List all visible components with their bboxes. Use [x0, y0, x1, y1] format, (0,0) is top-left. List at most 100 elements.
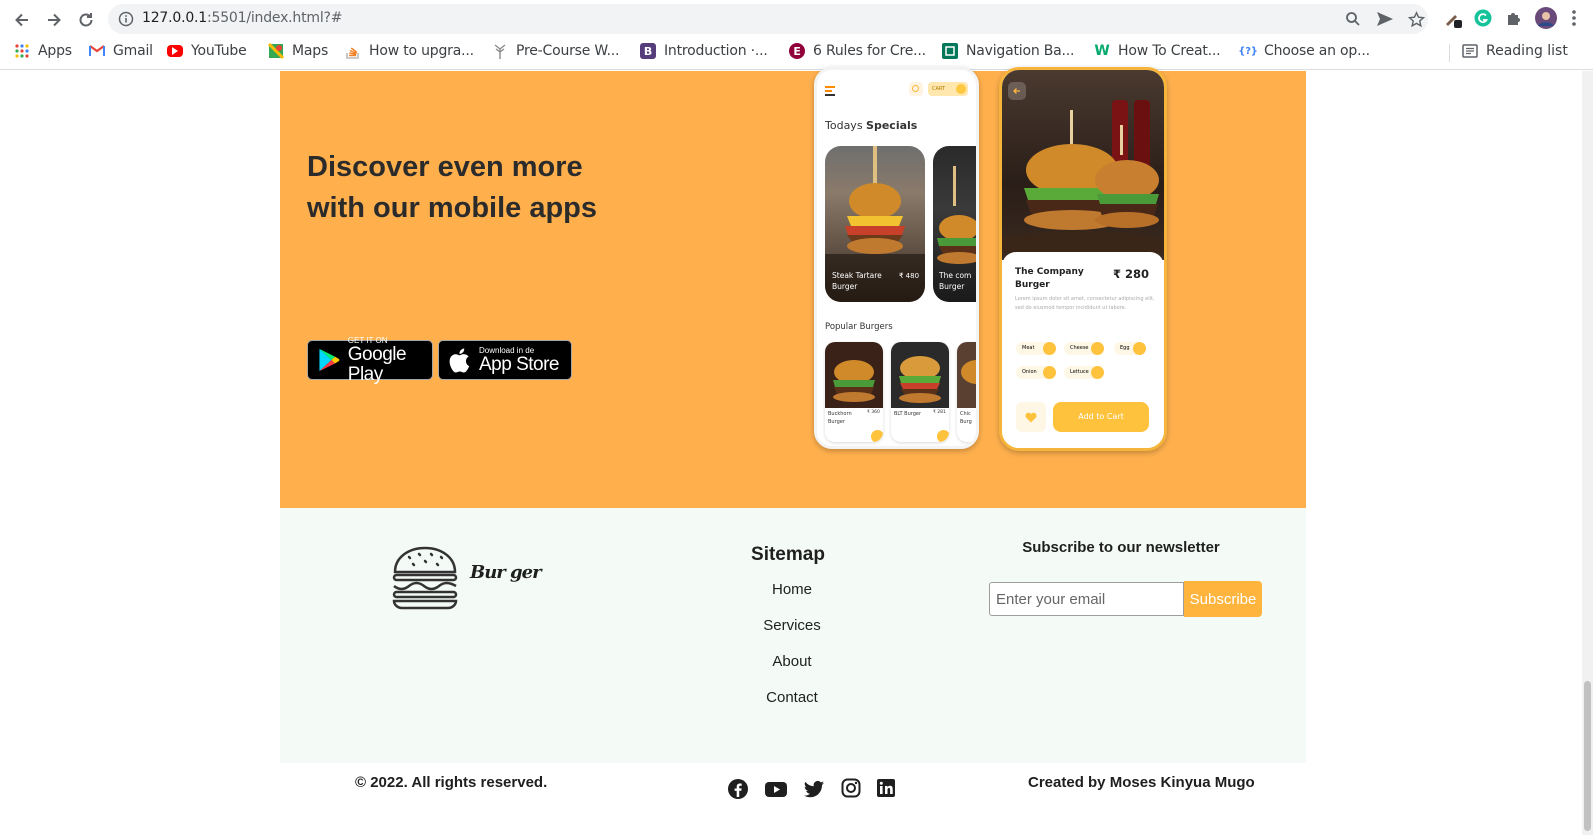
newsletter-email-input[interactable] — [989, 582, 1184, 616]
burger-logo-icon — [392, 546, 458, 610]
google-play-button[interactable]: GET IT ON Google Play — [307, 336, 433, 384]
topping-label: Lettuce — [1070, 369, 1089, 375]
bookmark-youtube[interactable]: YouTube — [167, 43, 247, 59]
bookmark-pre-course[interactable]: Pre-Course W... — [492, 43, 619, 59]
bookmark-maps[interactable]: Maps — [268, 43, 328, 59]
forward-button[interactable] — [40, 6, 68, 34]
burger-logo[interactable] — [391, 545, 459, 616]
question-icon: {?} — [1238, 45, 1258, 57]
special1-name: Steak Tartare Burger — [832, 271, 882, 291]
grammarly-icon[interactable] — [1474, 9, 1492, 32]
sitemap-link-services[interactable]: Services — [730, 617, 854, 634]
bookmark-label: 6 Rules for Cre... — [813, 43, 926, 59]
bookmark-6-rules[interactable]: E 6 Rules for Cre... — [789, 43, 926, 59]
bookmark-page-icon — [942, 43, 958, 59]
add-to-cart-mock-button: Add to Cart — [1053, 402, 1149, 432]
subscribe-button[interactable]: Subscribe — [1184, 581, 1262, 617]
instagram-icon[interactable] — [841, 778, 865, 802]
address-bar[interactable]: 127.0.0.1:5501/index.html?# — [108, 4, 1428, 34]
cart-label: CART — [932, 86, 946, 92]
phone-mockup-specials: CART Todays Specials Steak Tartare Burge… — [814, 67, 979, 449]
sitemap-link-contact[interactable]: Contact — [730, 689, 854, 706]
bookmark-label: Pre-Course W... — [516, 43, 620, 59]
topping-add-icon — [1043, 366, 1056, 379]
back-button[interactable] — [8, 6, 36, 34]
send-to-device-icon[interactable] — [1376, 11, 1394, 32]
newsletter-heading: Subscribe to our newsletter — [1022, 539, 1220, 556]
buckhorn-burger-image — [825, 342, 883, 408]
popular-card-2: BLT Burger ₹ 281 — [891, 342, 949, 442]
twitter-icon[interactable] — [803, 778, 827, 802]
sitemap-link-about[interactable]: About — [730, 653, 854, 670]
url-path: :5501/index.html?# — [207, 10, 343, 26]
extension-tools-icon[interactable] — [1443, 9, 1463, 34]
topping-add-icon — [1091, 366, 1104, 379]
topping-cheese: Cheese — [1064, 342, 1104, 355]
browser-menu-icon[interactable] — [1571, 9, 1577, 32]
bookmark-label: YouTube — [191, 43, 247, 59]
app-section-heading: Discover even more with our mobile apps — [307, 151, 598, 224]
popular1-add-icon — [871, 430, 883, 442]
copyright-bar: © 2022. All rights reserved. Created by … — [280, 763, 1306, 835]
youtube-icon — [167, 45, 183, 57]
bookmark-choose-an-option[interactable]: {?} Choose an op... — [1238, 43, 1370, 59]
special-card-1: Steak Tartare Burger ₹ 480 — [825, 146, 925, 302]
popular1-price: ₹ 360 — [867, 410, 880, 415]
sitemap-heading: Sitemap — [751, 544, 825, 565]
bootstrap-icon: B — [640, 43, 656, 59]
popular-burgers-title: Popular Burgers — [825, 322, 893, 332]
url-text[interactable]: 127.0.0.1:5501/index.html?# — [142, 10, 342, 26]
topping-label: Egg — [1120, 345, 1130, 351]
bookmark-label: Maps — [292, 43, 329, 59]
stack-overflow-icon — [345, 43, 361, 59]
app-store-button[interactable]: Download in de App Store — [438, 340, 572, 380]
linkedin-icon[interactable] — [876, 778, 900, 802]
reload-button[interactable] — [72, 6, 100, 34]
bookmark-how-to-upgrade[interactable]: How to upgra... — [345, 43, 474, 59]
product-hero — [1002, 70, 1164, 260]
app-store-big-text: App Store — [479, 353, 560, 375]
bookmark-introduction[interactable]: B Introduction ·... — [640, 43, 768, 59]
bookmark-star-icon[interactable] — [1407, 11, 1426, 33]
sitemap-link-home[interactable]: Home — [730, 581, 854, 598]
special2-name: The com Burger — [939, 271, 972, 291]
todays-specials-title: Todays Specials — [825, 119, 917, 132]
google-play-big-text: Google Play — [347, 343, 407, 385]
youtube-icon[interactable] — [764, 778, 788, 802]
bookmark-label: Apps — [38, 43, 72, 59]
bookmark-navigation-bar[interactable]: Navigation Ba... — [942, 43, 1074, 59]
topping-label: Meat — [1022, 345, 1035, 351]
back-arrow-icon — [15, 13, 28, 27]
mobile-app-section: Discover even more with our mobile apps … — [280, 67, 1306, 508]
popular2-name: BLT Burger — [894, 411, 922, 417]
elementor-icon: E — [789, 43, 805, 59]
product-price: ₹ 280 — [1113, 267, 1150, 281]
bookmark-how-to-create[interactable]: W How To Creat... — [1094, 43, 1220, 59]
bookmark-gmail[interactable]: Gmail — [89, 43, 153, 59]
bookmark-label: Navigation Ba... — [966, 43, 1075, 59]
reading-list-button[interactable]: Reading list — [1462, 43, 1568, 59]
bookmark-label: Choose an op... — [1264, 43, 1370, 59]
profile-avatar[interactable] — [1535, 7, 1557, 34]
topping-add-icon — [1133, 342, 1146, 355]
extensions-puzzle-icon[interactable] — [1505, 9, 1523, 32]
scrollbar-thumb[interactable] — [1584, 681, 1591, 831]
site-footer: Bur ger Sitemap Home Services About Cont… — [280, 508, 1306, 763]
page-viewport: Discover even more with our mobile apps … — [0, 67, 1593, 835]
cart-pill: CART — [928, 82, 968, 96]
zoom-icon[interactable] — [1345, 11, 1361, 32]
topping-label: Onion — [1022, 369, 1037, 375]
product-description: Lorem ipsum dolor sit amet, consectetur … — [1015, 296, 1155, 311]
topping-egg: Egg — [1114, 342, 1146, 355]
blt-burger-image — [891, 342, 949, 408]
popular-card-1: Buckhorn Burger ₹ 360 — [825, 342, 883, 442]
topping-add-icon — [1043, 342, 1056, 355]
site-info-icon[interactable] — [118, 11, 134, 32]
bookmark-label: How to upgra... — [369, 43, 474, 59]
page-scrollbar[interactable] — [1582, 71, 1593, 835]
special-card-2: The com Burger — [933, 146, 976, 302]
company-burger-image — [1002, 100, 1164, 259]
bookmark-apps[interactable]: Apps — [14, 43, 72, 59]
search-icon — [909, 82, 923, 96]
facebook-icon[interactable] — [727, 778, 751, 802]
